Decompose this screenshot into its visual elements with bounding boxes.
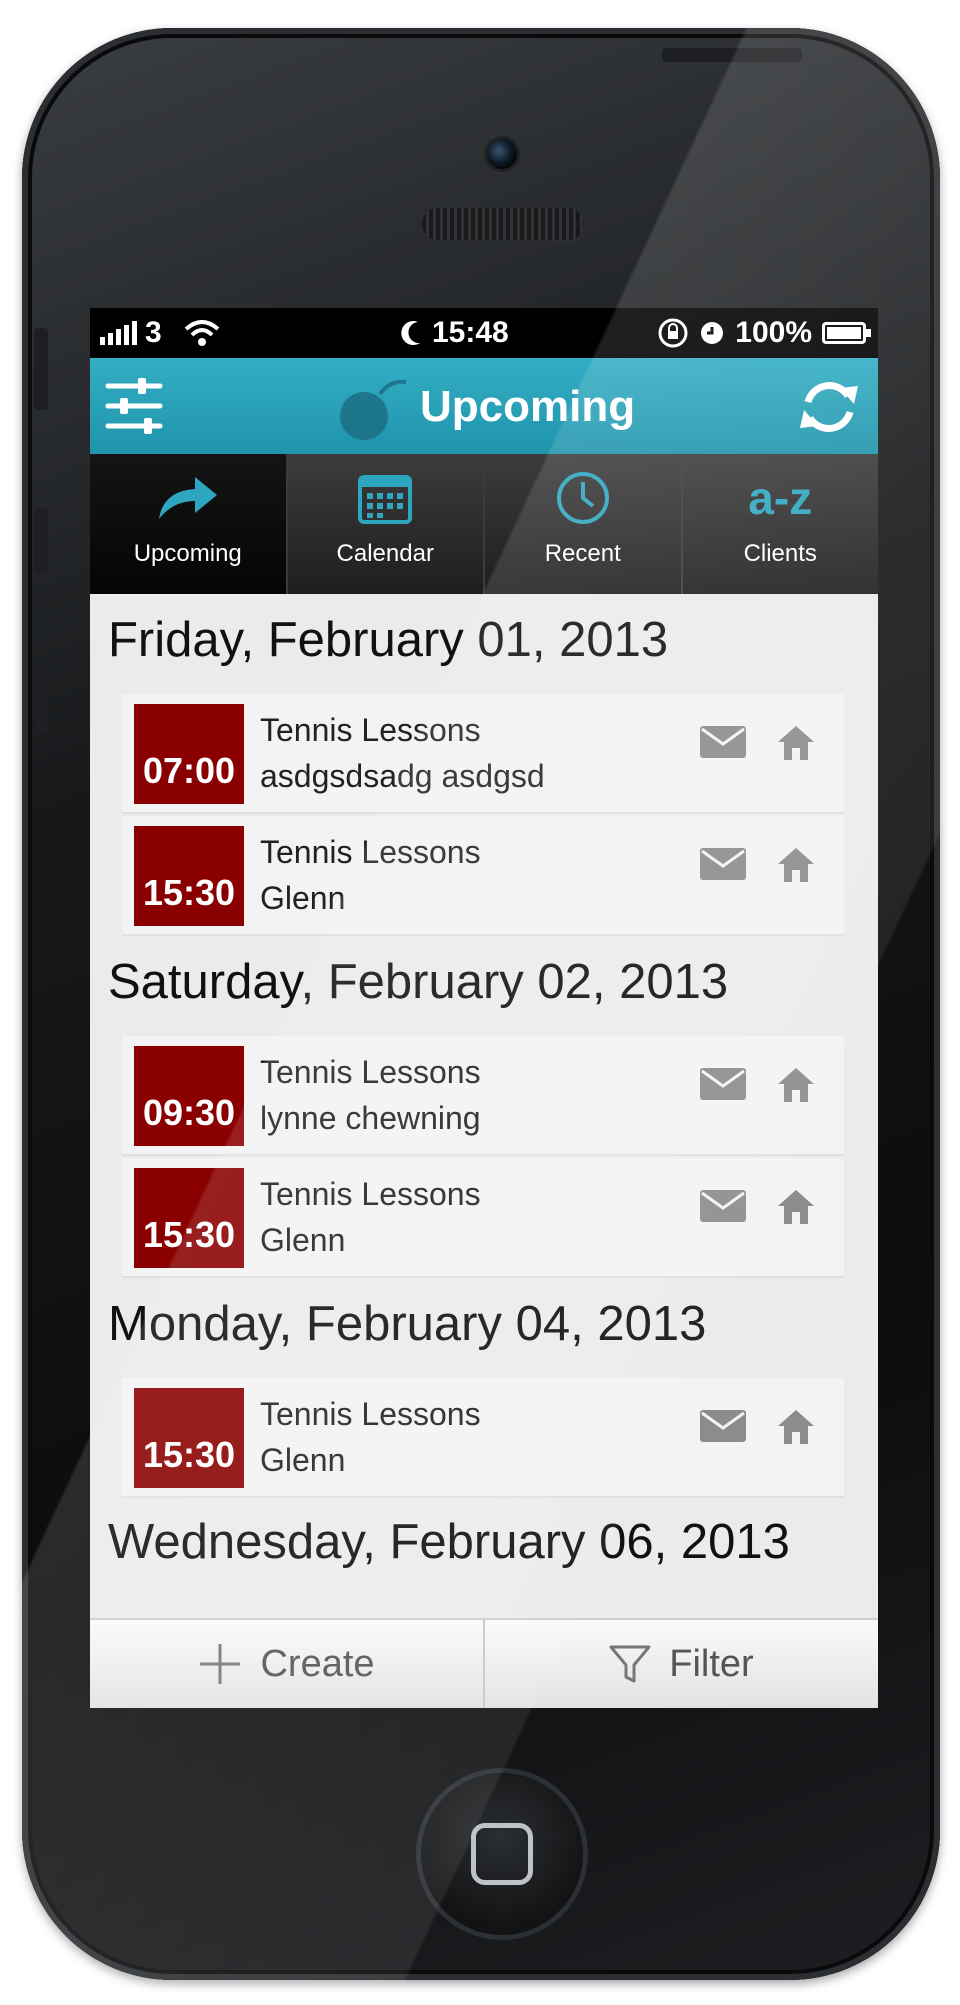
rotation-lock-icon [658,318,688,348]
appointment-title: Tennis Lessons [260,1396,481,1432]
appointment-time: 15:30 [134,1168,244,1268]
appointment-client: lynne chewning [260,1100,481,1136]
tab-label-upcoming: Upcoming [133,540,242,567]
appointment-title: Tennis Lessons [260,712,481,748]
create-button[interactable]: Create [90,1620,485,1708]
appointment-title: Tennis Lessons [260,834,481,870]
earpiece-speaker [418,204,588,244]
mute-switch [34,328,48,410]
mail-icon[interactable] [700,848,746,880]
refresh-icon[interactable] [796,374,862,440]
alarm-icon [701,322,724,344]
tab-clients[interactable]: a-z Clients [682,454,878,594]
home-icon[interactable] [776,722,816,762]
tab-upcoming[interactable]: Upcoming [90,454,288,594]
day-header: Saturday, February 02, 2013 [108,955,729,1009]
home-button[interactable] [416,1768,588,1940]
status-time: 15:48 [432,316,509,349]
tab-bar: Upcoming Calendar Recent a-z Clients [90,454,878,594]
day-header: Friday, February 01, 2013 [108,613,669,667]
appointment-title: Tennis Lessons [260,1176,481,1212]
settings-sliders-icon[interactable] [104,376,164,436]
appointment-time: 09:30 [134,1046,244,1146]
carrier-label: 3 [145,316,162,349]
appointment-client: Glenn [260,1222,346,1258]
filter-button[interactable]: Filter [485,1620,878,1708]
filter-funnel-icon [609,1645,651,1683]
appointment-list: Friday, February 01, 2013 07:00 Tennis L… [90,594,878,1618]
tab-recent[interactable]: Recent [485,454,683,594]
tab-label-clients: Clients [743,540,817,567]
volume-up-button [34,508,48,574]
appointment-row[interactable]: 09:30 Tennis Lessons lynne chewning [122,1036,844,1156]
home-icon[interactable] [776,1406,816,1446]
appointment-client: asdgsdsadg asdgsd [260,758,545,794]
a-z-icon: a-z [748,472,813,524]
app-screen: 3 15:48 100% Upcoming Upcoming Calendar … [90,308,878,1708]
tab-calendar[interactable]: Calendar [287,454,485,594]
filter-label: Filter [669,1642,754,1685]
volume-down-button [34,668,48,734]
appointment-title: Tennis Lessons [260,1054,481,1090]
mail-icon[interactable] [700,1068,746,1100]
appointment-time: 15:30 [134,826,244,926]
page-title: Upcoming [420,382,636,431]
tab-label-calendar: Calendar [336,540,434,567]
mail-icon[interactable] [700,1190,746,1222]
clock-icon [556,472,609,524]
wifi-icon [184,320,220,346]
home-icon[interactable] [776,844,816,884]
signal-icon [100,321,137,345]
calendar-icon [358,475,413,524]
appointment-row[interactable]: 07:00 Tennis Lessons asdgsdsadg asdgsd [122,694,844,814]
arrow-forward-icon [158,477,217,519]
appointment-client: Glenn [260,1442,346,1478]
appointment-row[interactable]: 15:30 Tennis Lessons Glenn [122,1158,844,1278]
power-button [662,48,802,62]
appointment-time: 07:00 [134,704,244,804]
app-logo-icon [340,379,407,440]
appointment-client: Glenn [260,880,346,916]
tab-label-recent: Recent [544,540,621,567]
app-header: Upcoming [90,358,878,454]
appointment-time: 15:30 [134,1388,244,1488]
mail-icon[interactable] [700,1410,746,1442]
appointment-row[interactable]: 15:30 Tennis Lessons Glenn [122,1378,844,1498]
battery-icon [822,322,871,344]
appointment-row[interactable]: 15:30 Tennis Lessons Glenn [122,816,844,936]
moon-icon [401,321,420,346]
home-icon[interactable] [776,1064,816,1104]
battery-percent: 100% [735,316,812,349]
day-header: Monday, February 04, 2013 [108,1297,707,1351]
front-camera [484,136,520,172]
home-icon[interactable] [776,1186,816,1226]
status-bar: 3 15:48 100% [90,308,878,358]
day-header: Wednesday, February 06, 2013 [108,1515,790,1569]
bottom-toolbar: Create Filter [90,1618,878,1708]
create-label: Create [260,1642,375,1685]
mail-icon[interactable] [700,726,746,758]
home-square-icon [471,1823,533,1885]
plus-icon [200,1644,241,1684]
